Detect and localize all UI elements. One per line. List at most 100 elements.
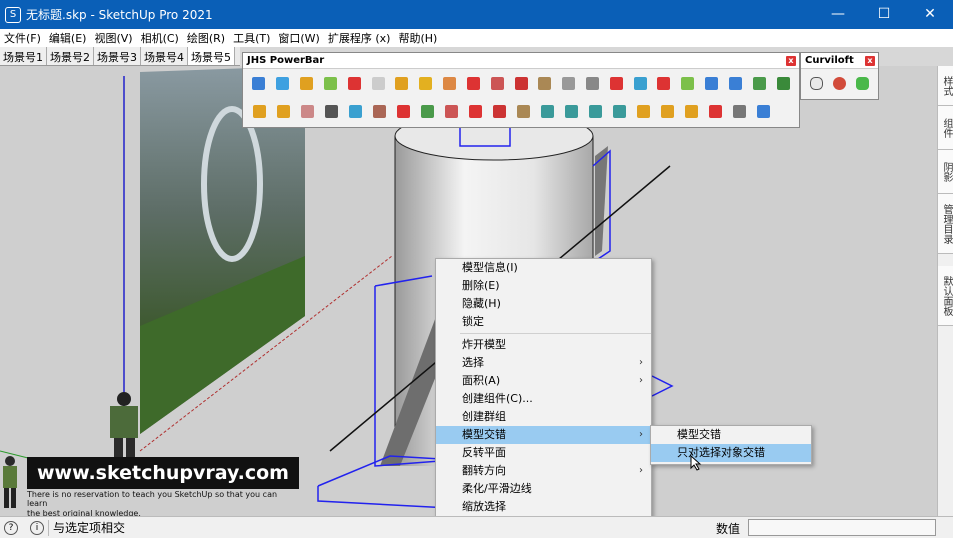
context-menu: 模型信息(I) 删除(E) 隐藏(H) 锁定炸开模型 选择 › 面积(A) › 创建组件(C).… bbox=[435, 258, 652, 538]
context-menu-item[interactable]: 锁定 bbox=[436, 313, 651, 331]
context-menu-item[interactable]: 模型交错 › bbox=[436, 426, 651, 444]
watermark-line-1: There is no reservation to teach you Ske… bbox=[27, 490, 278, 508]
scene-tab-1[interactable]: 场景号1 bbox=[0, 47, 47, 65]
powerbar-row1-tool-15-icon[interactable] bbox=[581, 71, 605, 95]
context-menu-item[interactable]: 柔化/平滑边线 bbox=[436, 480, 651, 498]
info-icon[interactable]: i bbox=[30, 520, 44, 535]
powerbar-row2-tool-3-icon[interactable] bbox=[295, 99, 319, 123]
powerbar-row1-tool-11-icon[interactable] bbox=[485, 71, 509, 95]
menu-help[interactable]: 帮助(H) bbox=[394, 30, 441, 46]
powerbar-row1-tool-12-icon[interactable] bbox=[509, 71, 533, 95]
powerbar-row1-tool-1-icon[interactable] bbox=[247, 71, 271, 95]
context-menu-item[interactable]: 模型信息(I) bbox=[436, 259, 651, 277]
powerbar-row1-tool-13-icon[interactable] bbox=[533, 71, 557, 95]
intersect-with-model-item[interactable]: 模型交错 bbox=[651, 426, 811, 444]
close-button[interactable]: ✕ bbox=[907, 0, 953, 29]
skinning-icon[interactable] bbox=[828, 71, 851, 95]
powerbar-row2-tool-20-icon[interactable] bbox=[703, 99, 727, 123]
context-menu-item[interactable]: 面积(A) › bbox=[436, 372, 651, 390]
context-menu-item[interactable]: 创建组件(C)... bbox=[436, 390, 651, 408]
menu-view[interactable]: 视图(V) bbox=[90, 30, 136, 46]
menu-window[interactable]: 窗口(W) bbox=[274, 30, 323, 46]
powerbar-row1-tool-21-icon[interactable] bbox=[724, 71, 748, 95]
curviloft-close-button[interactable]: x bbox=[865, 56, 875, 66]
intersect-selected-only-item[interactable]: 只对选择对象交错 bbox=[651, 444, 811, 462]
powerbar-row1-tool-3-icon[interactable] bbox=[295, 71, 319, 95]
powerbar-row2-tool-19-icon[interactable] bbox=[679, 99, 703, 123]
powerbar-row1-tool-5-icon[interactable] bbox=[342, 71, 366, 95]
powerbar-row2-tool-18-icon[interactable] bbox=[655, 99, 679, 123]
powerbar-row1-tool-7-icon[interactable] bbox=[390, 71, 414, 95]
powerbar-row2-tool-12-icon[interactable] bbox=[511, 99, 535, 123]
powerbar-row1-tool-6-icon[interactable] bbox=[366, 71, 390, 95]
powerbar-row2-tool-7-icon[interactable] bbox=[391, 99, 415, 123]
submenu-arrow-icon: › bbox=[639, 465, 643, 476]
powerbar-row1-tool-2-icon[interactable] bbox=[271, 71, 295, 95]
submenu-arrow-icon: › bbox=[639, 375, 643, 386]
context-menu-item[interactable]: 删除(E) bbox=[436, 277, 651, 295]
powerbar-close-button[interactable]: x bbox=[786, 56, 796, 66]
loft-by-spline-icon[interactable] bbox=[805, 71, 828, 95]
powerbar-row2-tool-14-icon[interactable] bbox=[559, 99, 583, 123]
tray-tab-manage[interactable]: 管理目录 bbox=[938, 194, 953, 254]
submenu-arrow-icon: › bbox=[639, 429, 643, 440]
tray-tab-components[interactable]: 组件 bbox=[938, 106, 953, 150]
jhs-powerbar-toolbar: JHS PowerBar x bbox=[242, 52, 800, 128]
measurements-input[interactable] bbox=[748, 519, 936, 536]
powerbar-row1-tool-8-icon[interactable] bbox=[414, 71, 438, 95]
menu-file[interactable]: 文件(F) bbox=[0, 30, 45, 46]
curviloft-row bbox=[801, 69, 878, 97]
powerbar-row2-tool-2-icon[interactable] bbox=[271, 99, 295, 123]
menu-tools[interactable]: 工具(T) bbox=[229, 30, 274, 46]
scene-tab-5[interactable]: 场景号5 bbox=[188, 47, 235, 65]
context-menu-item[interactable]: 隐藏(H) bbox=[436, 295, 651, 313]
context-menu-item[interactable]: 缩放选择 bbox=[436, 498, 651, 516]
context-menu-item[interactable]: 选择 › bbox=[436, 354, 651, 372]
menu-extensions[interactable]: 扩展程序 (x) bbox=[324, 30, 395, 46]
tray-tab-default-panel[interactable]: 默认面板 bbox=[938, 266, 953, 326]
minimize-button[interactable]: — bbox=[815, 0, 861, 29]
powerbar-row1-tool-10-icon[interactable] bbox=[461, 71, 485, 95]
context-menu-item[interactable]: 翻转方向 › bbox=[436, 462, 651, 480]
powerbar-row1-tool-18-icon[interactable] bbox=[652, 71, 676, 95]
geo-location-icon[interactable]: ? bbox=[4, 520, 18, 535]
powerbar-row2-tool-4-icon[interactable] bbox=[319, 99, 343, 123]
powerbar-row1-tool-22-icon[interactable] bbox=[747, 71, 771, 95]
powerbar-row2-tool-22-icon[interactable] bbox=[751, 99, 775, 123]
default-tray: 样式 组件 阴影 管理目录 默认面板 bbox=[937, 66, 953, 516]
menu-camera[interactable]: 相机(C) bbox=[137, 30, 183, 46]
powerbar-row2-tool-1-icon[interactable] bbox=[247, 99, 271, 123]
menu-edit[interactable]: 编辑(E) bbox=[45, 30, 91, 46]
powerbar-row1-tool-4-icon[interactable] bbox=[318, 71, 342, 95]
powerbar-row1-tool-14-icon[interactable] bbox=[557, 71, 581, 95]
powerbar-row2-tool-6-icon[interactable] bbox=[367, 99, 391, 123]
powerbar-row1-tool-20-icon[interactable] bbox=[700, 71, 724, 95]
scene-tab-2[interactable]: 场景号2 bbox=[47, 47, 94, 65]
powerbar-row1-tool-23-icon[interactable] bbox=[771, 71, 795, 95]
powerbar-row2-tool-13-icon[interactable] bbox=[535, 99, 559, 123]
tray-tab-styles[interactable]: 样式 bbox=[938, 66, 953, 106]
powerbar-row2-tool-15-icon[interactable] bbox=[583, 99, 607, 123]
powerbar-row2-tool-21-icon[interactable] bbox=[727, 99, 751, 123]
curviloft-toolbar: Curviloft x bbox=[800, 52, 879, 100]
context-menu-item[interactable]: 反转平面 bbox=[436, 444, 651, 462]
scene-tab-3[interactable]: 场景号3 bbox=[94, 47, 141, 65]
powerbar-row2-tool-9-icon[interactable] bbox=[439, 99, 463, 123]
powerbar-row1-tool-17-icon[interactable] bbox=[628, 71, 652, 95]
loft-along-path-icon[interactable] bbox=[851, 71, 874, 95]
scene-tab-4[interactable]: 场景号4 bbox=[141, 47, 188, 65]
powerbar-row2-tool-8-icon[interactable] bbox=[415, 99, 439, 123]
powerbar-row2-tool-5-icon[interactable] bbox=[343, 99, 367, 123]
powerbar-row2-tool-11-icon[interactable] bbox=[487, 99, 511, 123]
maximize-button[interactable]: ☐ bbox=[861, 0, 907, 29]
context-menu-item[interactable]: 创建群组 bbox=[436, 408, 651, 426]
powerbar-row1-tool-9-icon[interactable] bbox=[438, 71, 462, 95]
powerbar-row2-tool-17-icon[interactable] bbox=[631, 99, 655, 123]
powerbar-row2-tool-10-icon[interactable] bbox=[463, 99, 487, 123]
menu-draw[interactable]: 绘图(R) bbox=[183, 30, 229, 46]
tray-tab-shadows[interactable]: 阴影 bbox=[938, 150, 953, 194]
context-menu-item[interactable]: 炸开模型 bbox=[436, 336, 651, 354]
powerbar-row1-tool-16-icon[interactable] bbox=[604, 71, 628, 95]
powerbar-row2-tool-16-icon[interactable] bbox=[607, 99, 631, 123]
powerbar-row1-tool-19-icon[interactable] bbox=[676, 71, 700, 95]
